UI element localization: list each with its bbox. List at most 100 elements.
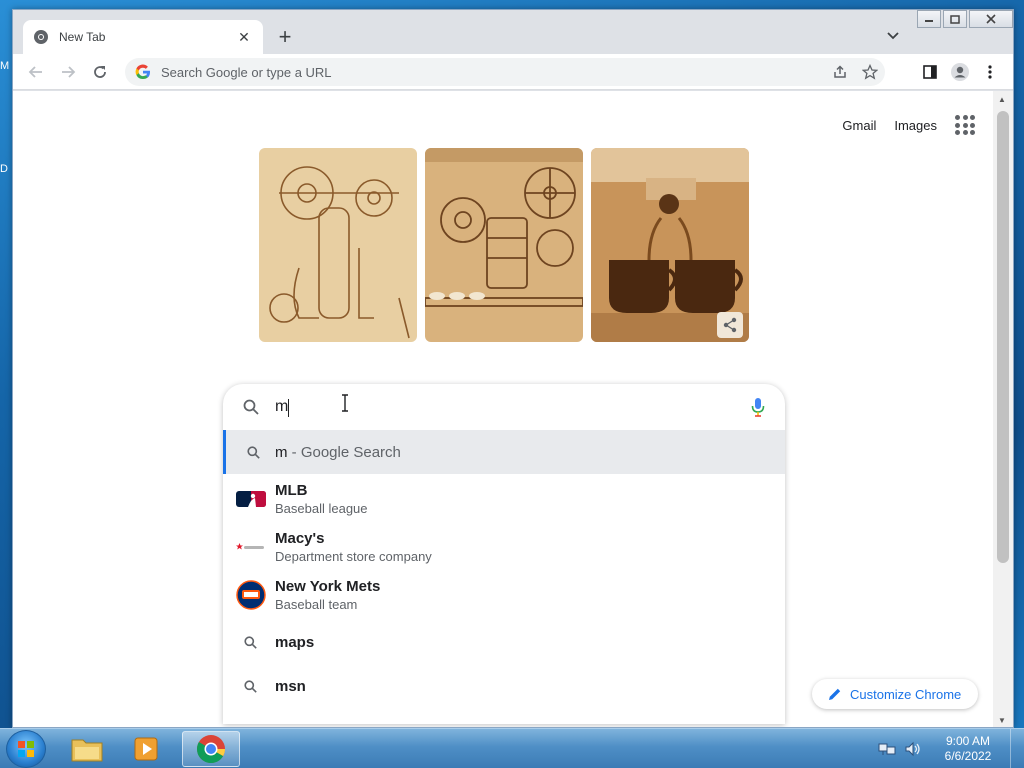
bookmark-star-button[interactable] (855, 57, 885, 87)
side-panel-button[interactable] (915, 57, 945, 87)
search-icon (243, 635, 257, 649)
close-window-button[interactable] (969, 10, 1013, 28)
pencil-icon (829, 688, 841, 700)
suggestion-google-search[interactable]: m - Google Search (223, 430, 785, 474)
star-icon (862, 64, 878, 80)
share-button[interactable] (825, 57, 855, 87)
images-link[interactable]: Images (894, 118, 937, 133)
side-panel-icon (923, 65, 937, 79)
show-desktop-button[interactable] (1010, 729, 1024, 768)
search-icon (246, 445, 260, 459)
doodle-panel-gears (425, 148, 583, 342)
chrome-menu-button[interactable] (975, 57, 1005, 87)
media-player-icon (134, 737, 158, 761)
tab-new-tab[interactable]: New Tab ✕ (23, 20, 263, 54)
tab-title: New Tab (59, 30, 106, 44)
suggestion-new-york-mets[interactable]: New York Mets Baseball team (223, 572, 785, 618)
kebab-menu-icon (988, 65, 992, 79)
taskbar-media-player[interactable] (118, 731, 176, 767)
volume-icon[interactable] (904, 741, 922, 757)
google-doodle[interactable] (259, 148, 749, 343)
google-apps-icon[interactable] (955, 115, 975, 135)
doodle-share-button[interactable] (717, 312, 743, 338)
text-caret (288, 399, 289, 417)
windows-taskbar: 9:00 AM 6/6/2022 (0, 728, 1024, 768)
share-icon (723, 317, 737, 333)
profile-button[interactable] (945, 57, 975, 87)
avatar-icon (951, 63, 969, 81)
ntp-top-links: Gmail Images (842, 115, 975, 135)
omnibox[interactable]: Search Google or type a URL (125, 58, 885, 86)
back-button[interactable] (21, 57, 51, 87)
doodle-panel-machine (259, 148, 417, 342)
reload-button[interactable] (85, 57, 115, 87)
search-icon (243, 399, 259, 415)
text-cursor-icon (342, 394, 348, 412)
microphone-icon[interactable] (751, 397, 765, 417)
suggestion-msn[interactable]: msn (223, 664, 785, 708)
tab-search-button[interactable] (881, 24, 905, 48)
network-icon[interactable] (878, 741, 896, 757)
suggestion-title: MLB (275, 482, 308, 499)
suggestion-title: Macy's (275, 530, 325, 547)
restore-button[interactable] (943, 10, 967, 28)
forward-button[interactable] (53, 57, 83, 87)
suggestion-mlb[interactable]: MLB Baseball league (223, 476, 785, 522)
chrome-logo-icon (196, 735, 225, 764)
chrome-favicon-icon (34, 30, 48, 44)
clock-time: 9:00 AM (945, 734, 991, 748)
search-icon (243, 679, 257, 693)
windows-logo-icon (18, 741, 34, 757)
taskbar-clock[interactable]: 9:00 AM 6/6/2022 (932, 734, 1004, 764)
chevron-down-icon (887, 32, 899, 40)
tab-close-icon[interactable]: ✕ (235, 29, 253, 46)
scroll-thumb[interactable] (997, 111, 1009, 563)
taskbar-file-explorer[interactable] (58, 731, 116, 767)
new-tab-button[interactable]: + (271, 23, 299, 51)
arrow-right-icon (62, 65, 76, 78)
scroll-up-icon[interactable]: ▲ (998, 95, 1006, 104)
customize-chrome-button[interactable]: Customize Chrome (812, 679, 978, 709)
suggestion-macys[interactable]: Macy's Department store company (223, 524, 785, 570)
plus-icon: + (278, 24, 292, 49)
share-icon (834, 65, 846, 78)
minimize-button[interactable] (917, 10, 941, 28)
arrow-left-icon (28, 65, 42, 78)
minimize-icon (925, 20, 933, 22)
doodle-machine-illustration (259, 148, 417, 342)
google-g-icon (135, 64, 150, 80)
customize-chrome-label: Customize Chrome (850, 686, 962, 702)
clock-date: 6/6/2022 (944, 749, 992, 763)
suggestion-title: maps (275, 633, 315, 651)
scroll-down-icon[interactable]: ▼ (998, 716, 1006, 725)
suggestion-subtitle: Baseball team (275, 597, 358, 612)
restore-icon (950, 14, 960, 24)
chrome-window: New Tab ✕ + Search Google or type a URL … (12, 9, 1014, 728)
page-scrollbar[interactable]: ▲ ▼ (993, 91, 1013, 727)
taskbar-chrome[interactable] (182, 731, 240, 767)
start-button[interactable] (6, 730, 46, 768)
folder-icon (71, 739, 103, 762)
close-icon (986, 14, 996, 24)
new-tab-page: Gmail Images m m - Google Search MLB Bas… (13, 91, 995, 727)
mets-logo-icon (236, 580, 266, 610)
suggestion-title: New York Mets (275, 578, 381, 595)
mlb-logo-icon (236, 491, 266, 507)
suggestion-title: m - Google Search (275, 443, 401, 461)
reload-icon (94, 65, 106, 78)
suggestion-title: msn (275, 677, 306, 695)
desktop-icon-label-m: M (0, 60, 10, 72)
window-caption-buttons (915, 10, 1013, 28)
omnibox-placeholder: Search Google or type a URL (161, 64, 332, 80)
toolbar-right-actions (915, 57, 1005, 87)
suggestion-maps[interactable]: maps (223, 620, 785, 664)
ntp-search-box: m - Google Search MLB Baseball league (223, 384, 785, 724)
search-input-row (223, 384, 785, 430)
desktop-icon-label-d: D (0, 163, 8, 175)
gmail-link[interactable]: Gmail (842, 118, 876, 133)
doodle-gears-illustration (425, 148, 583, 342)
macys-logo-icon (236, 543, 264, 550)
suggestion-subtitle: Baseball league (275, 501, 368, 516)
omnibox-actions (825, 57, 885, 87)
system-tray: 9:00 AM 6/6/2022 (878, 729, 1024, 768)
